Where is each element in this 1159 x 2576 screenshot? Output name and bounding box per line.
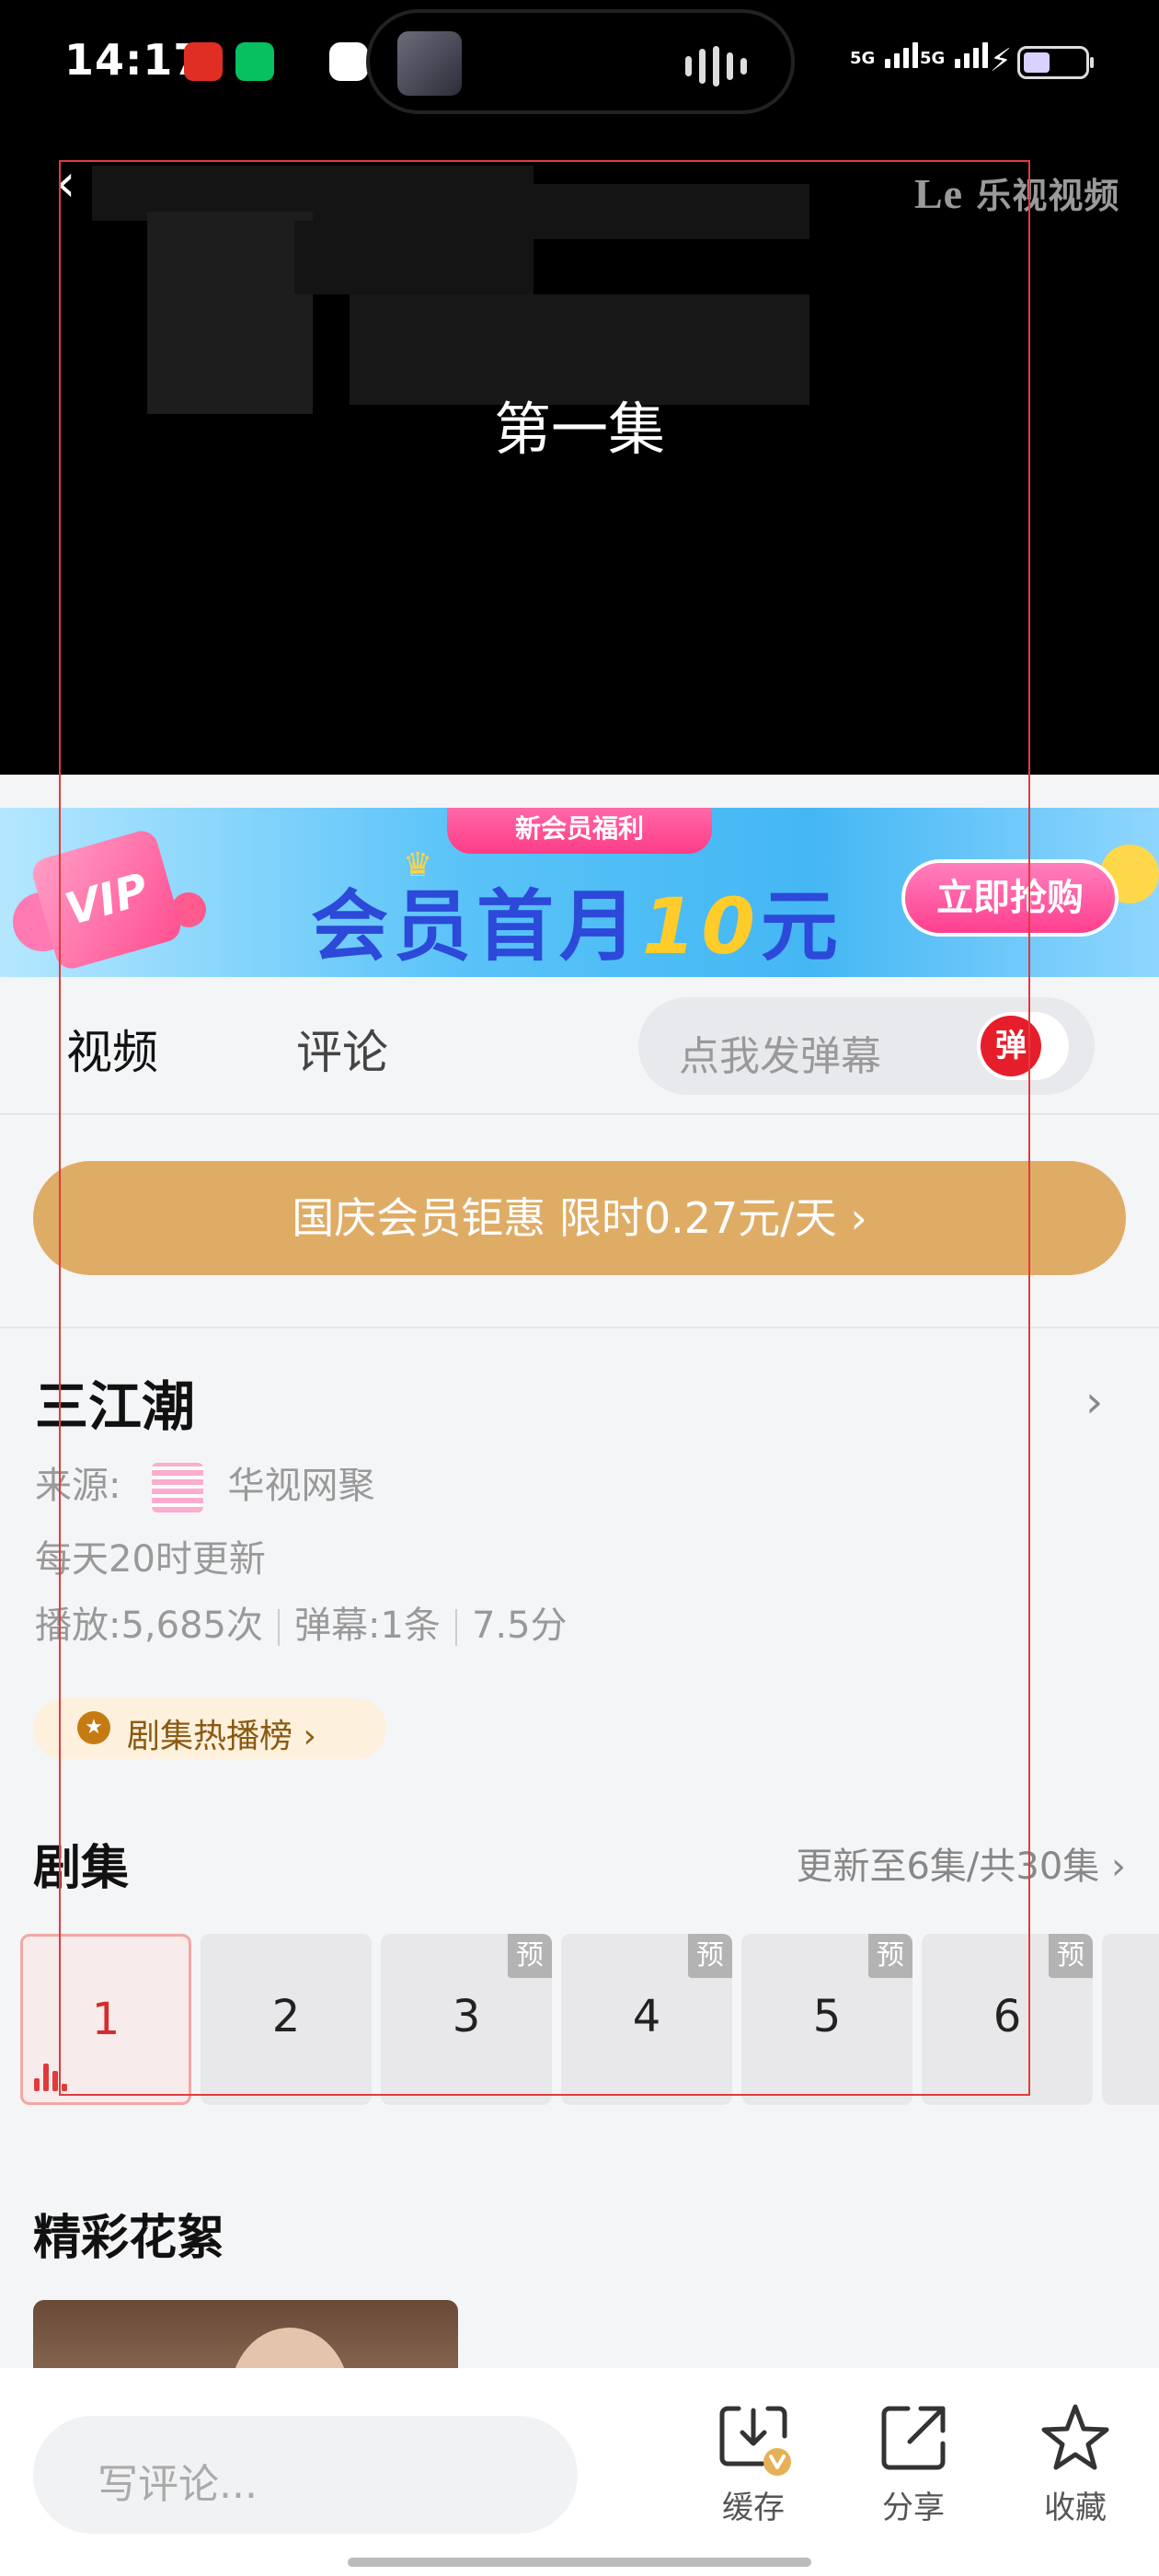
back-button[interactable]: ‹ <box>55 156 110 212</box>
membership-promo-button[interactable]: 国庆会员钜惠 限时0.27元/天 › <box>33 1161 1126 1275</box>
share-button[interactable]: 分享 <box>854 2399 973 2527</box>
now-playing-thumbnail <box>397 31 462 96</box>
danmaku-placeholder: 点我发弹幕 <box>679 1033 881 1080</box>
star-icon <box>1041 2404 1109 2470</box>
danmaku-toggle-knob: 弹 <box>981 1016 1041 1076</box>
episode-next-button[interactable] <box>1102 1934 1159 2105</box>
danmaku-input[interactable]: 点我发弹幕 弹 <box>638 997 1095 1095</box>
letv-logo: Le 乐视视频 <box>914 170 1120 217</box>
episode-number: 1 <box>91 1994 120 2045</box>
preview-badge: 预 <box>508 1934 552 1978</box>
preview-badge: 预 <box>1049 1934 1093 1978</box>
comment-input[interactable]: 写评论... <box>33 2416 578 2534</box>
play-count: 播放:5,685次 <box>35 1604 263 1647</box>
episode-number: 5 <box>812 1991 842 2042</box>
episodes-update-link[interactable]: 更新至6集/共30集 › <box>796 1836 1126 1890</box>
download-icon <box>719 2406 791 2476</box>
pinduoduo-icon <box>184 42 223 81</box>
episodes-title: 剧集 <box>33 1841 130 1896</box>
battery-icon <box>1017 46 1094 79</box>
grab-now-button[interactable]: 立即抢购 <box>901 859 1119 937</box>
favorite-button[interactable]: 收藏 <box>1016 2399 1135 2527</box>
danmaku-count: 弹幕:1条 <box>294 1604 441 1647</box>
comment-placeholder: 写评论... <box>98 2461 258 2508</box>
show-title[interactable]: 三江潮 <box>35 1363 195 1441</box>
episode-4-button[interactable]: 4预 <box>561 1934 732 2105</box>
qq-icon <box>329 42 368 81</box>
show-stats: 播放:5,685次 弹幕:1条 7.5分 <box>35 1595 568 1649</box>
bottom-action-bar: 写评论... 缓存 分享 收藏 <box>0 2368 1159 2576</box>
episode-5-button[interactable]: 5预 <box>741 1934 912 2105</box>
highlights-title: 精彩花絮 <box>33 2211 225 2266</box>
video-player[interactable]: ‹ Le 乐视视频 第一集 <box>0 129 1159 775</box>
tab-comments[interactable]: 评论 <box>296 1016 388 1082</box>
favorite-label: 收藏 <box>1044 2490 1107 2526</box>
episode-list: 123预4预5预6预 <box>20 1934 1159 2105</box>
rating: 7.5分 <box>471 1604 568 1647</box>
now-playing-icon <box>34 2054 67 2091</box>
status-time: 14:17 <box>64 35 204 85</box>
wechat-icon <box>235 42 274 81</box>
preview-badge: 预 <box>868 1934 912 1978</box>
banner-headline: 会员首月10元 <box>311 881 843 972</box>
cache-label: 缓存 <box>722 2490 785 2526</box>
episode-number: 4 <box>632 1991 661 2042</box>
signal-icon: 5G <box>920 40 988 68</box>
episode-3-button[interactable]: 3预 <box>381 1934 552 2105</box>
chevron-right-icon[interactable]: › <box>1085 1376 1103 1428</box>
home-indicator[interactable] <box>348 2558 811 2567</box>
episode-title: 第一集 <box>493 396 665 463</box>
vip-card-icon: VIP <box>29 827 185 972</box>
divider <box>0 1327 1159 1328</box>
episode-number: 6 <box>993 1991 1022 2042</box>
preview-badge: 预 <box>688 1934 732 1978</box>
hot-ranking-chip[interactable]: ★ 剧集热播榜 › <box>33 1698 386 1759</box>
source-logo <box>152 1463 204 1512</box>
episode-number: 3 <box>452 1991 481 2042</box>
share-label: 分享 <box>882 2490 945 2526</box>
source-line: 来源: 华视网聚 <box>35 1455 374 1512</box>
episode-2-button[interactable]: 2 <box>201 1934 372 2105</box>
update-schedule: 每天20时更新 <box>35 1538 266 1581</box>
tab-video[interactable]: 视频 <box>66 1016 158 1082</box>
status-bar: 14:17 5G 5G ⚡ <box>0 0 1159 129</box>
audio-wave-icon <box>685 46 747 86</box>
banner-tag: 新会员福利 <box>447 808 712 854</box>
episode-number: 2 <box>271 1991 301 2042</box>
share-icon <box>881 2406 946 2470</box>
dynamic-island[interactable] <box>366 9 795 114</box>
cache-button[interactable]: 缓存 <box>694 2399 813 2527</box>
charging-icon: ⚡ <box>990 42 1012 79</box>
medal-icon: ★ <box>77 1711 110 1744</box>
vip-promo-banner[interactable]: VIP 新会员福利 ♛ 会员首月10元 立即抢购 <box>0 808 1159 977</box>
episode-6-button[interactable]: 6预 <box>922 1934 1093 2105</box>
episode-1-button[interactable]: 1 <box>20 1934 191 2105</box>
tabs-row: 视频 评论 点我发弹幕 弹 <box>0 977 1159 1115</box>
signal-icon: 5G <box>850 40 918 68</box>
hot-ranking-label: 剧集热播榜 › <box>127 1718 316 1755</box>
danmaku-toggle[interactable]: 弹 <box>977 1012 1069 1080</box>
